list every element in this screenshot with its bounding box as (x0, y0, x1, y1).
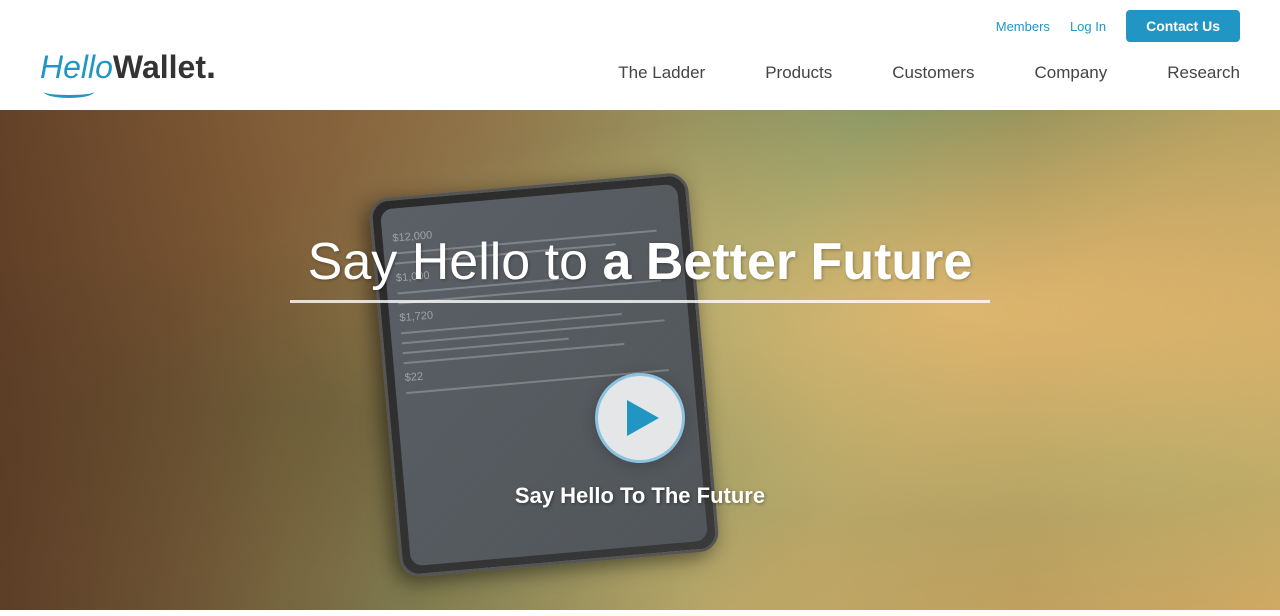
header-top-bar: Members Log In Contact Us (0, 0, 1280, 48)
nav-item-customers[interactable]: Customers (892, 63, 974, 83)
nav-item-company[interactable]: Company (1034, 63, 1107, 83)
nav-item-the-ladder[interactable]: The Ladder (618, 63, 705, 83)
hero-headline: Say Hello to a Better Future (308, 232, 973, 292)
logo-smile-decoration (44, 86, 94, 98)
nav-item-products[interactable]: Products (765, 63, 832, 83)
members-link[interactable]: Members (996, 19, 1050, 34)
play-icon (627, 400, 659, 436)
main-nav: The Ladder Products Customers Company Re… (618, 63, 1240, 83)
logo-hello: Hello (40, 49, 113, 85)
header: Members Log In Contact Us HelloWallet. T… (0, 0, 1280, 110)
hero-content: Say Hello to a Better Future Say Hello T… (0, 110, 1280, 610)
hero-headline-bold: a Better Future (602, 233, 972, 291)
contact-us-button[interactable]: Contact Us (1126, 10, 1240, 42)
logo-dot: . (206, 45, 216, 86)
header-nav: HelloWallet. The Ladder Products Custome… (0, 48, 1280, 110)
logo-text: HelloWallet. (40, 48, 216, 84)
video-play-container: Say Hello To The Future (515, 373, 765, 509)
logo-wallet: Wallet (113, 49, 206, 85)
logo[interactable]: HelloWallet. (40, 48, 216, 98)
play-button[interactable] (595, 373, 685, 463)
hero-subtext: Say Hello To The Future (515, 483, 765, 509)
hero-headline-underline (290, 300, 990, 303)
login-link[interactable]: Log In (1070, 19, 1106, 34)
hero-section: $12,000 $1,000 $1,720 $22 Say Hello to a… (0, 110, 1280, 610)
hero-headline-normal: Say Hello to (308, 233, 603, 291)
nav-item-research[interactable]: Research (1167, 63, 1240, 83)
